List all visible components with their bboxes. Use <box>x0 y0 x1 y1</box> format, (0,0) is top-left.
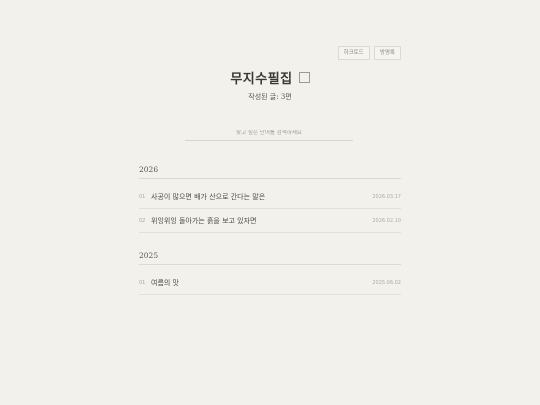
guestbook-button[interactable]: 방명록 <box>373 46 401 60</box>
divider <box>139 178 401 179</box>
square-icon <box>298 72 310 83</box>
search-input[interactable] <box>185 130 353 141</box>
post-date: 2026.03.17 <box>372 193 401 200</box>
post-number: 01 <box>139 193 146 200</box>
post-item[interactable]: 01 사공이 많으면 배가 산으로 간다는 말은 2026.03.17 <box>139 185 401 209</box>
page-title: 무지수필집 <box>230 72 293 87</box>
post-number: 01 <box>139 279 146 286</box>
title-row: 무지수필집 <box>0 68 540 87</box>
post-title[interactable]: 위잉위잉 돌아가는 흙을 보고 있자면 <box>151 216 372 226</box>
year-heading-2025: 2025 <box>139 251 159 260</box>
post-title[interactable]: 사공이 많으면 배가 산으로 간다는 말은 <box>151 192 372 202</box>
post-date: 2026.02.10 <box>372 217 401 224</box>
top-buttons: 하크토드 방명록 <box>337 46 401 60</box>
post-item[interactable]: 01 여름의 맛 2025.06.02 <box>139 271 401 295</box>
post-item[interactable]: 02 위잉위잉 돌아가는 흙을 보고 있자면 2026.02.10 <box>139 209 401 233</box>
post-title[interactable]: 여름의 맛 <box>151 278 372 288</box>
post-count: 작성된 글: 3편 <box>248 93 292 101</box>
year-heading-2026: 2026 <box>139 165 159 174</box>
top-button-1[interactable]: 하크토드 <box>337 46 370 60</box>
post-date: 2025.06.02 <box>372 279 401 286</box>
post-number: 02 <box>139 217 146 224</box>
divider <box>139 264 401 265</box>
